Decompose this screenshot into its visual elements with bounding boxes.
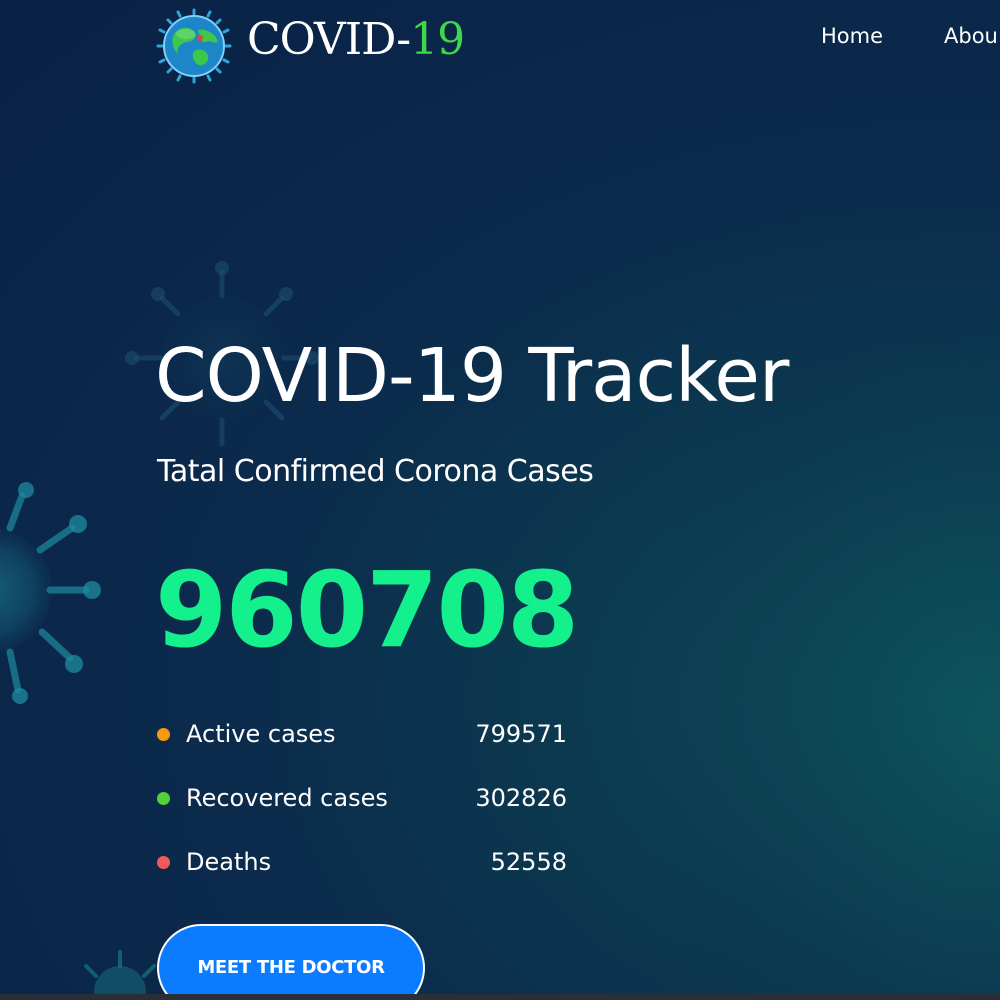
- recovered-status-dot-icon: [157, 792, 170, 805]
- site-logo[interactable]: COVID-19: [247, 10, 465, 70]
- stat-label-deaths: Deaths: [186, 848, 272, 876]
- window-bottom-edge: [0, 994, 1000, 1000]
- nav-link-home[interactable]: Home: [821, 22, 883, 50]
- page-title: COVID-19 Tracker: [155, 333, 789, 419]
- meet-the-doctor-button[interactable]: MEET THE DOCTOR: [157, 924, 425, 1000]
- total-confirmed-count: 960708: [155, 549, 579, 671]
- stat-label-recovered: Recovered cases: [186, 784, 388, 812]
- virus-bottom-icon: [84, 950, 156, 1000]
- case-stats-list: Active cases 799571 Recovered cases 3028…: [157, 712, 569, 904]
- hero-subtitle: Tatal Confirmed Corona Cases: [157, 454, 594, 489]
- logo-text-accent: 19: [410, 14, 465, 65]
- stat-value-active: 799571: [475, 720, 567, 748]
- globe-virus-icon[interactable]: [156, 8, 232, 84]
- stat-value-deaths: 52558: [490, 848, 567, 876]
- logo-text-main: COVID-: [247, 14, 411, 65]
- stat-row-recovered: Recovered cases 302826: [157, 776, 569, 840]
- stat-row-active: Active cases 799571: [157, 712, 569, 776]
- deaths-status-dot-icon: [157, 856, 170, 869]
- stat-value-recovered: 302826: [475, 784, 567, 812]
- virus-left-icon: [0, 482, 101, 704]
- stat-row-deaths: Deaths 52558: [157, 840, 569, 904]
- nav-link-about[interactable]: Abou: [944, 22, 998, 50]
- stat-label-active: Active cases: [186, 720, 336, 748]
- active-status-dot-icon: [157, 728, 170, 741]
